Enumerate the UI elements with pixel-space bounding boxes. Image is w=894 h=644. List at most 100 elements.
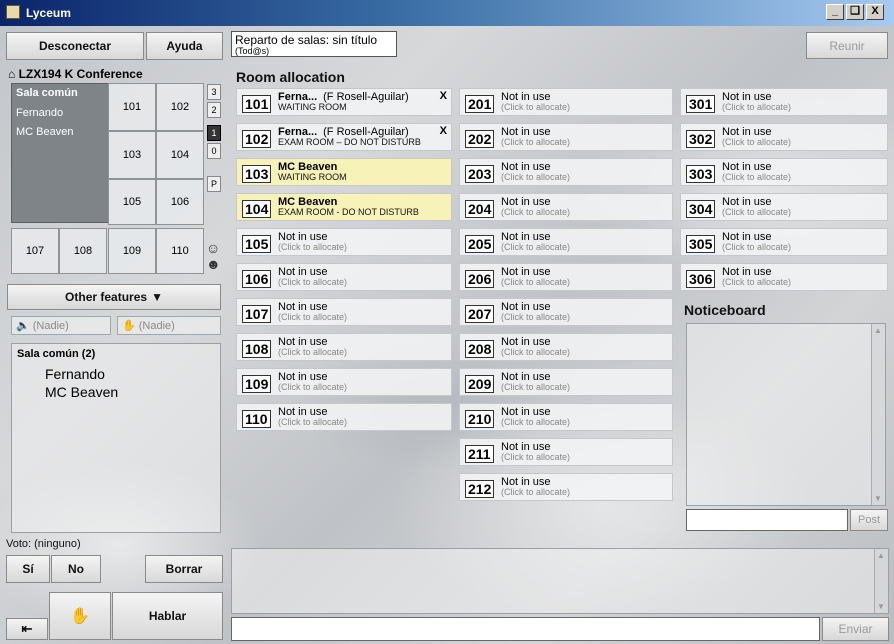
room-cell-104[interactable]: 104 (156, 131, 204, 179)
room-number: 204 (465, 200, 495, 218)
minimize-button[interactable]: _ (826, 4, 844, 20)
sala-comun-room[interactable]: Sala común Fernando MC Beaven (11, 83, 109, 223)
participants-list[interactable]: Sala común (2) Fernando MC Beaven (11, 343, 221, 533)
noticeboard-scrollbar[interactable]: ▲ ▼ (871, 324, 885, 505)
room-303[interactable]: 303 Not in use (Click to allocate) (680, 158, 888, 186)
room-302[interactable]: 302 Not in use (Click to allocate) (680, 123, 888, 151)
room-208[interactable]: 208 Not in use (Click to allocate) (459, 333, 673, 361)
room-cell-110[interactable]: 110 (156, 228, 204, 274)
close-button[interactable]: X (866, 4, 884, 20)
exit-room-button[interactable]: ⇤ (6, 618, 48, 640)
scroll-up-icon[interactable]: ▲ (874, 326, 882, 335)
room-209[interactable]: 209 Not in use (Click to allocate) (459, 368, 673, 396)
other-features-button[interactable]: Other features ▼ (7, 284, 221, 310)
floor-0-button[interactable]: 0 (207, 143, 221, 159)
other-features-label: Other features (65, 290, 148, 304)
room-description: (Click to allocate) (501, 347, 571, 357)
room-cell-101[interactable]: 101 (108, 83, 156, 131)
room-305[interactable]: 305 Not in use (Click to allocate) (680, 228, 888, 256)
room-201[interactable]: 201 Not in use (Click to allocate) (459, 88, 673, 116)
vote-yes-button[interactable]: Sí (6, 555, 50, 583)
room-108[interactable]: 108 Not in use (Click to allocate) (236, 333, 452, 361)
group-icon[interactable]: ☻ (206, 256, 221, 272)
room-110[interactable]: 110 Not in use (Click to allocate) (236, 403, 452, 431)
room-description: (Click to allocate) (501, 452, 571, 462)
scroll-down-icon[interactable]: ▼ (877, 602, 885, 611)
room-301[interactable]: 301 Not in use (Click to allocate) (680, 88, 888, 116)
scroll-down-icon[interactable]: ▼ (874, 494, 882, 503)
room-206[interactable]: 206 Not in use (Click to allocate) (459, 263, 673, 291)
sala-member: MC Beaven (16, 126, 74, 138)
room-cell-108[interactable]: 108 (59, 228, 107, 274)
post-button[interactable]: Post (850, 509, 888, 531)
session-title-box[interactable]: Reparto de salas: sin título (Tod@s) (231, 31, 397, 57)
participants-heading: Sala común (2) (17, 348, 96, 360)
chat-area[interactable]: ▲ ▼ (231, 548, 889, 614)
floor-3-button[interactable]: 3 (207, 84, 221, 100)
room-cell-107[interactable]: 107 (11, 228, 59, 274)
remove-occupant-icon[interactable]: X (440, 125, 447, 137)
vote-no-button[interactable]: No (51, 555, 101, 583)
room-description: (Click to allocate) (501, 137, 571, 147)
speak-button[interactable]: Hablar (112, 592, 223, 640)
noticeboard-area[interactable]: ▲ ▼ (686, 323, 886, 506)
room-205[interactable]: 205 Not in use (Click to allocate) (459, 228, 673, 256)
room-number: 105 (242, 235, 272, 253)
room-description: (Click to allocate) (501, 417, 571, 427)
room-number: 210 (465, 410, 495, 428)
room-104[interactable]: 104 MC Beaven EXAM ROOM - DO NOT DISTURB (236, 193, 452, 221)
room-description: (Click to allocate) (278, 382, 348, 392)
room-103[interactable]: 103 MC Beaven WAITING ROOM (236, 158, 452, 186)
chat-input[interactable] (231, 617, 820, 641)
room-202[interactable]: 202 Not in use (Click to allocate) (459, 123, 673, 151)
remove-occupant-icon[interactable]: X (440, 90, 447, 102)
room-105[interactable]: 105 Not in use (Click to allocate) (236, 228, 452, 256)
disconnect-button[interactable]: Desconectar (6, 32, 144, 60)
person-icon[interactable]: ☺ (206, 240, 220, 256)
room-description: (Click to allocate) (501, 242, 571, 252)
sala-member: Fernando (16, 107, 64, 119)
room-212[interactable]: 212 Not in use (Click to allocate) (459, 473, 673, 501)
room-allocation-title: Room allocation (236, 69, 345, 85)
room-207[interactable]: 207 Not in use (Click to allocate) (459, 298, 673, 326)
help-button[interactable]: Ayuda (146, 32, 223, 60)
floor-2-button[interactable]: 2 (207, 102, 221, 118)
room-210[interactable]: 210 Not in use (Click to allocate) (459, 403, 673, 431)
room-101[interactable]: 101 Ferna... (F Rosell-Aguilar) WAITING ROO… (236, 88, 452, 116)
room-203[interactable]: 203 Not in use (Click to allocate) (459, 158, 673, 186)
room-102[interactable]: 102 Ferna... (F Rosell-Aguilar) EXAM ROOM –… (236, 123, 452, 151)
room-number: 103 (242, 165, 272, 183)
send-button[interactable]: Enviar (822, 617, 889, 641)
reunir-button[interactable]: Reunir (806, 32, 888, 59)
room-number: 101 (242, 95, 272, 113)
room-description: WAITING ROOM (278, 102, 347, 112)
room-description: (Click to allocate) (501, 382, 571, 392)
room-211[interactable]: 211 Not in use (Click to allocate) (459, 438, 673, 466)
room-number: 306 (686, 270, 716, 288)
room-106[interactable]: 106 Not in use (Click to allocate) (236, 263, 452, 291)
room-304[interactable]: 304 Not in use (Click to allocate) (680, 193, 888, 221)
room-cell-102[interactable]: 102 (156, 83, 204, 131)
participant-item[interactable]: Fernando (45, 366, 105, 382)
floor-1-button[interactable]: 1 (207, 125, 221, 141)
room-204[interactable]: 204 Not in use (Click to allocate) (459, 193, 673, 221)
vote-clear-button[interactable]: Borrar (145, 555, 223, 583)
room-cell-106[interactable]: 106 (156, 179, 204, 225)
room-109[interactable]: 109 Not in use (Click to allocate) (236, 368, 452, 396)
session-title: Reparto de salas: sin título (235, 33, 378, 47)
participant-item[interactable]: MC Beaven (45, 384, 118, 400)
room-cell-105[interactable]: 105 (108, 179, 156, 225)
room-306[interactable]: 306 Not in use (Click to allocate) (680, 263, 888, 291)
scroll-up-icon[interactable]: ▲ (877, 551, 885, 560)
floor-p-button[interactable]: P (207, 176, 221, 192)
chat-scrollbar[interactable]: ▲ ▼ (874, 549, 888, 613)
room-description: (Click to allocate) (501, 207, 571, 217)
maximize-button[interactable]: ❑ (846, 4, 864, 20)
raise-hand-button[interactable]: ✋ (49, 592, 111, 640)
room-description: (Click to allocate) (722, 242, 792, 252)
room-107[interactable]: 107 Not in use (Click to allocate) (236, 298, 452, 326)
room-cell-109[interactable]: 109 (108, 228, 156, 274)
notice-input[interactable] (686, 509, 848, 531)
room-cell-103[interactable]: 103 (108, 131, 156, 179)
room-description: (Click to allocate) (501, 172, 571, 182)
